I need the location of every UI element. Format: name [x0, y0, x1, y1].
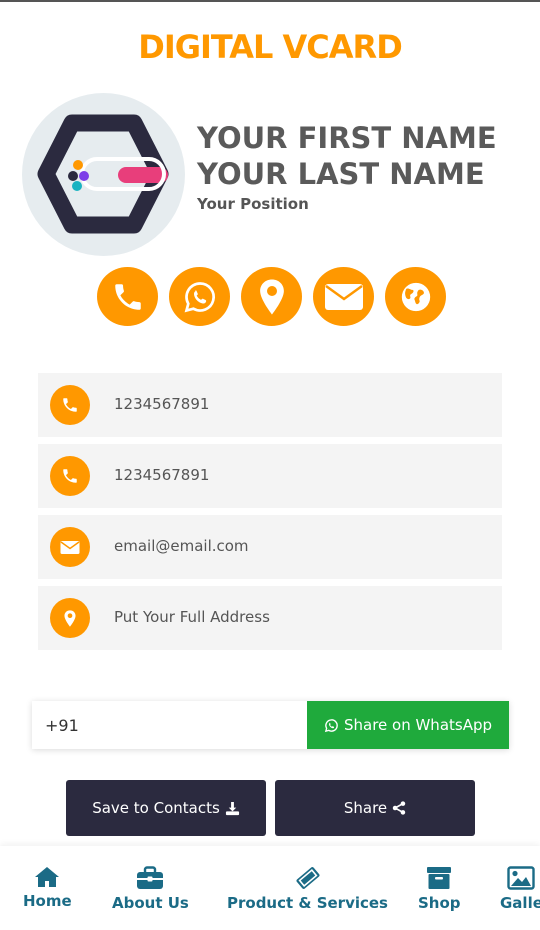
phone-number-1: 1234567891 [114, 395, 210, 413]
map-pin-icon [64, 609, 76, 627]
share-icon [392, 801, 406, 815]
nav-home-label: Home [23, 892, 72, 910]
nav-shop[interactable]: Shop [418, 866, 461, 912]
address-row[interactable]: Put Your Full Address [38, 586, 502, 650]
map-pin-icon [259, 279, 284, 314]
last-name: YOUR LAST NAME [197, 157, 485, 191]
nav-about-us-label: About Us [112, 894, 189, 912]
job-position: Your Position [197, 195, 309, 213]
call-button[interactable] [97, 267, 158, 326]
nav-product-services-label: Product & Services [227, 894, 388, 912]
company-logo [22, 93, 185, 256]
ticket-icon [296, 867, 319, 889]
archive-box-icon [427, 867, 452, 889]
address-badge [50, 598, 90, 638]
whatsapp-button[interactable] [169, 267, 230, 326]
phone-number-2: 1234567891 [114, 466, 210, 484]
bottom-navigation: Home About Us Product & Services Shop Ga… [0, 846, 540, 930]
home-icon [35, 867, 60, 887]
save-to-contacts-button[interactable]: Save to Contacts [66, 780, 266, 836]
share-on-whatsapp-label: Share on WhatsApp [343, 716, 493, 734]
nav-about-us[interactable]: About Us [112, 866, 189, 912]
nav-shop-label: Shop [418, 894, 461, 912]
quick-actions [97, 267, 446, 326]
briefcase-icon [137, 866, 164, 889]
image-icon [507, 866, 536, 890]
page-title: DIGITAL VCARD [138, 28, 403, 66]
email-button[interactable] [313, 267, 374, 326]
whatsapp-icon [324, 718, 338, 732]
envelope-icon [60, 540, 80, 554]
phone-icon [114, 283, 141, 310]
share-on-whatsapp-button[interactable]: Share on WhatsApp [307, 701, 509, 749]
top-border [0, 0, 540, 2]
first-name: YOUR FIRST NAME [197, 121, 497, 155]
phone-row-2[interactable]: 1234567891 [38, 444, 502, 508]
phone-icon [63, 469, 77, 483]
nav-home[interactable]: Home [23, 866, 72, 910]
whatsapp-number-input[interactable] [32, 701, 307, 749]
share-button[interactable]: Share [275, 780, 475, 836]
email-badge [50, 527, 90, 567]
phone-badge [50, 385, 90, 425]
envelope-icon [324, 283, 363, 310]
download-icon [225, 801, 239, 815]
whatsapp-icon [184, 281, 215, 312]
nav-gallery-label: Galle [500, 894, 540, 912]
save-to-contacts-label: Save to Contacts [92, 799, 220, 817]
globe-icon [401, 282, 430, 311]
email-row[interactable]: email@email.com [38, 515, 502, 579]
nav-product-services[interactable]: Product & Services [227, 866, 388, 912]
full-address: Put Your Full Address [114, 608, 270, 626]
contact-info-list: 1234567891 1234567891 email@email.com Pu… [38, 373, 502, 657]
email-address: email@email.com [114, 537, 249, 555]
phone-icon [63, 398, 77, 412]
phone-badge [50, 456, 90, 496]
action-buttons: Save to Contacts Share [66, 780, 475, 836]
location-button[interactable] [241, 267, 302, 326]
phone-row-1[interactable]: 1234567891 [38, 373, 502, 437]
nav-gallery[interactable]: Galle [500, 866, 540, 912]
share-label: Share [343, 799, 388, 817]
website-button[interactable] [385, 267, 446, 326]
whatsapp-share-form: Share on WhatsApp [32, 701, 509, 749]
